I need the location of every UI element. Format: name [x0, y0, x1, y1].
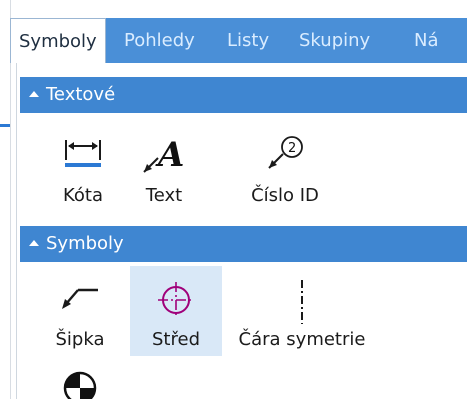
tool-kota[interactable]: Kóta [44, 122, 122, 212]
collapse-triangle-icon [29, 91, 39, 97]
dimension-icon [65, 140, 101, 167]
tool-stred-label: Střed [152, 329, 200, 350]
symmetry-line-icon [301, 280, 303, 324]
tool-text[interactable]: A Text [132, 122, 196, 212]
tab-bar: Symboly Pohledy Listy Skupiny Ná [10, 18, 467, 63]
leader-arrow-icon [62, 288, 98, 309]
tab-listy[interactable]: Listy [227, 18, 269, 63]
tab-symboly[interactable]: Symboly [10, 18, 106, 63]
background-blue-line [0, 124, 10, 127]
tool-cislo-id-label: Číslo ID [251, 185, 319, 206]
callout-id-icon: 2 [268, 136, 303, 169]
ribbon-panel: Symboly Pohledy Listy Skupiny Ná Textové… [0, 0, 467, 399]
tab-next[interactable]: Ná [414, 18, 439, 63]
collapse-triangle-icon [29, 240, 39, 246]
cut-symbol-icon [63, 371, 97, 399]
center-mark-icon [158, 282, 194, 318]
tool-cara-symetrie[interactable]: Čára symetrie [226, 266, 378, 356]
tool-cislo-id[interactable]: 2 Číslo ID [230, 122, 340, 212]
tool-stred[interactable]: Střed [130, 266, 222, 356]
section-title-textove: Textové [46, 84, 116, 105]
section-header-textove[interactable]: Textové [20, 77, 467, 113]
tool-sipka-label: Šipka [55, 329, 105, 350]
tab-skupiny[interactable]: Skupiny [299, 18, 370, 63]
svg-text:2: 2 [288, 141, 296, 156]
svg-text:A: A [155, 135, 184, 175]
tool-text-label: Text [145, 185, 183, 206]
tool-cut-symbol[interactable] [44, 356, 116, 399]
tool-kota-label: Kóta [62, 185, 103, 206]
tool-sipka[interactable]: Šipka [44, 266, 116, 356]
tool-cara-symetrie-label: Čára symetrie [238, 329, 366, 350]
section-header-symboly[interactable]: Symboly [20, 226, 467, 262]
tab-pohledy[interactable]: Pohledy [124, 18, 195, 63]
section-title-symboly: Symboly [46, 233, 124, 254]
text-a-icon: A [143, 135, 184, 175]
